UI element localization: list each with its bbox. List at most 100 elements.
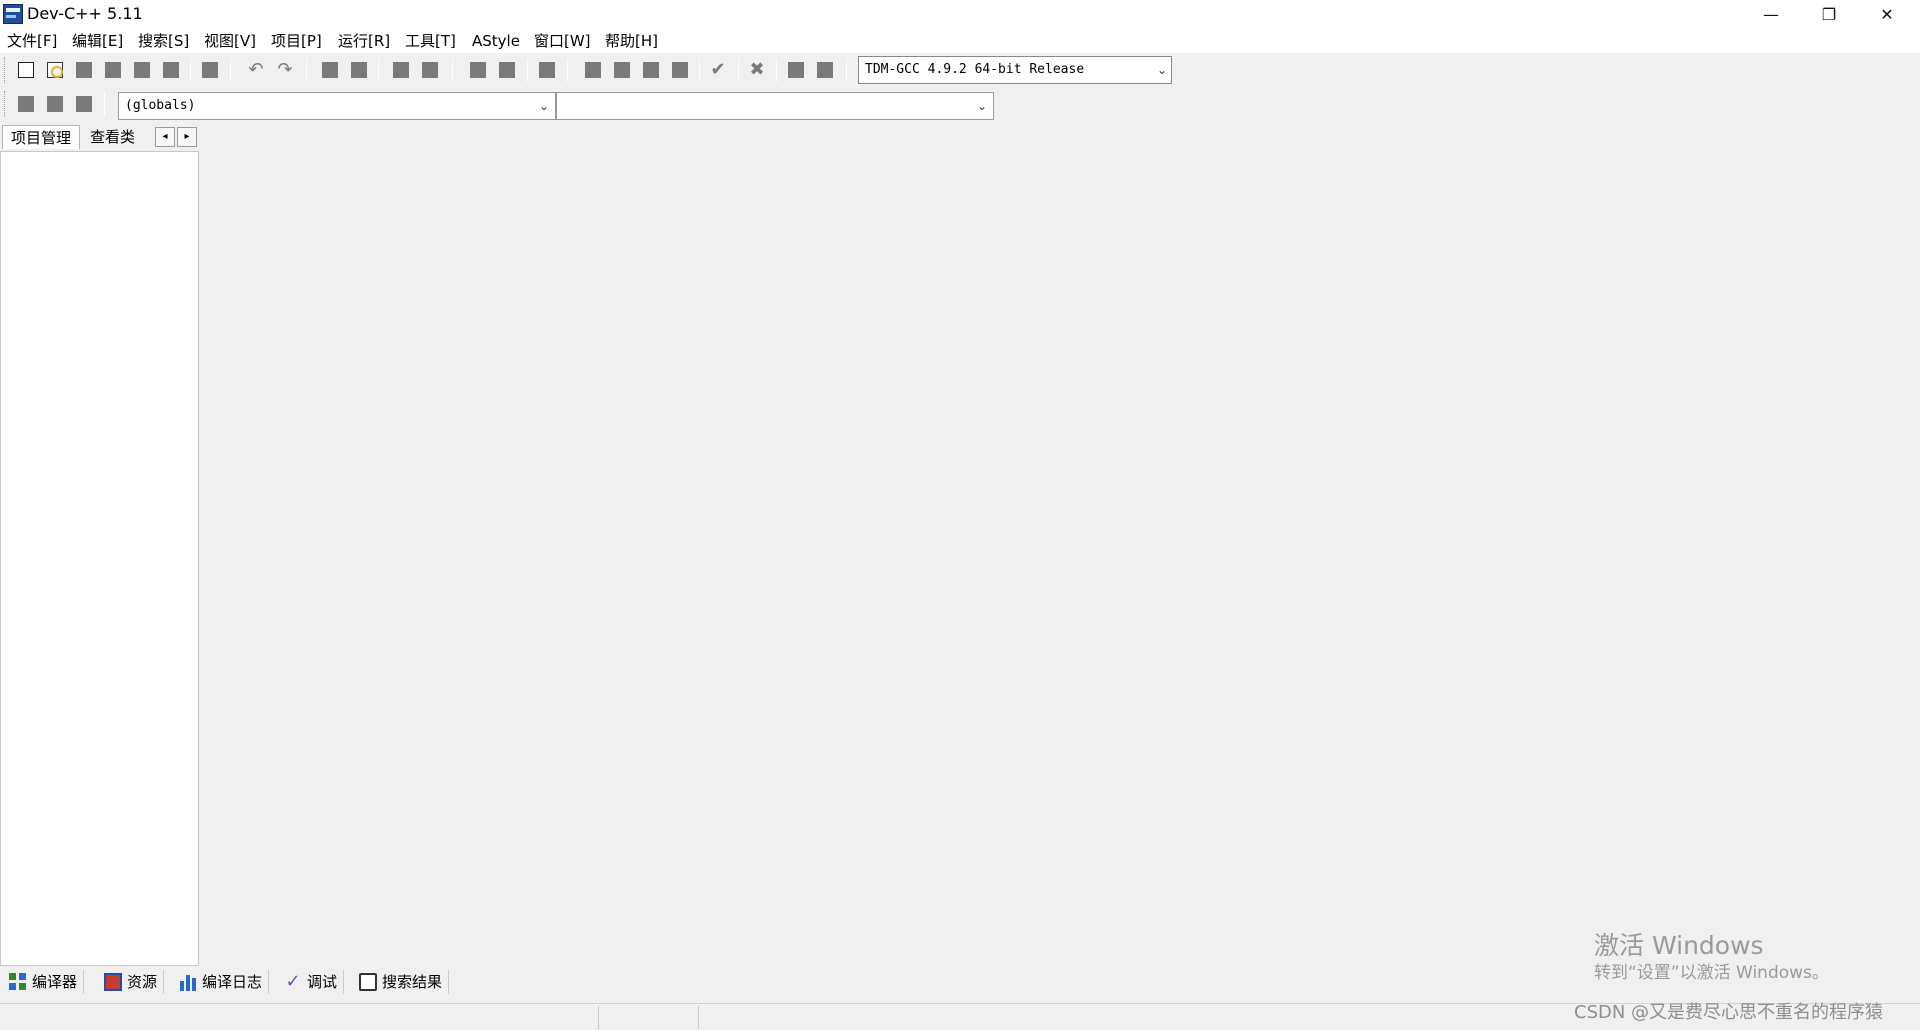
goto-function-button[interactable] (418, 58, 442, 82)
resources-icon (104, 973, 122, 991)
minimize-button[interactable]: — (1742, 0, 1800, 29)
activate-windows-title: 激活 Windows (1594, 931, 1764, 960)
insert-snippet-button[interactable] (535, 58, 559, 82)
print-icon (202, 62, 218, 78)
toolbar-grip[interactable] (4, 91, 7, 117)
remove-from-project-button[interactable] (72, 92, 96, 116)
compile-icon (585, 62, 601, 78)
menu-view[interactable]: 视图[V] (200, 29, 260, 53)
new-file-icon (18, 62, 34, 78)
rebuild-all-button[interactable] (668, 58, 692, 82)
scope-select-value: (globals) (125, 98, 196, 113)
replace-icon (351, 62, 367, 78)
close-all-button[interactable] (159, 58, 183, 82)
tab-label: 编译日志 (202, 973, 263, 991)
chevron-down-icon: ⌄ (538, 99, 549, 113)
toolbar-separator (452, 58, 453, 82)
redo-icon: ↷ (277, 59, 293, 80)
activate-windows-subtitle: 转到“设置”以激活 Windows。 (1594, 963, 1829, 983)
tab-scroll-left-button[interactable]: ◂ (155, 127, 175, 147)
toolbar-separator (846, 58, 847, 82)
csdn-watermark: CSDN @又是费尽心思不重名的程序猿 (1574, 1002, 1884, 1023)
tab-classes[interactable]: 查看类 (82, 125, 143, 149)
tab-compiler[interactable]: 编译器 (2, 970, 85, 994)
undo-button[interactable]: ↶ (244, 58, 268, 82)
save-button[interactable] (72, 58, 96, 82)
toolbar-separator (738, 58, 739, 82)
menu-help[interactable]: 帮助[H] (601, 29, 662, 53)
devcpp-app-icon (3, 4, 23, 24)
find-icon (322, 62, 338, 78)
snippet-icon (539, 62, 555, 78)
title-bar: Dev-C++ 5.11 — ❐ ✕ (0, 0, 1920, 29)
goto-function-icon (422, 62, 438, 78)
menu-window[interactable]: 窗口[W] (530, 29, 595, 53)
menu-project[interactable]: 项目[P] (267, 29, 326, 53)
compiler-icon (9, 973, 27, 991)
tab-project[interactable]: 项目管理 (2, 125, 81, 149)
tab-resources[interactable]: 资源 (97, 970, 165, 994)
toolbar-separator (699, 58, 700, 82)
toolbar-separator (306, 58, 307, 82)
chevron-down-icon: ⌄ (976, 99, 987, 113)
toolbar-separator (776, 58, 777, 82)
compile-button[interactable] (581, 58, 605, 82)
indent-button[interactable] (466, 58, 490, 82)
editor-area[interactable] (200, 123, 1920, 966)
undo-icon: ↶ (248, 59, 264, 80)
toolbar-separator (230, 58, 231, 82)
menu-astyle[interactable]: AStyle (468, 29, 524, 53)
run-icon (614, 62, 630, 78)
delete-profile-icon (817, 62, 833, 78)
replace-button[interactable] (347, 58, 371, 82)
profile-button[interactable] (784, 58, 808, 82)
rebuild-all-icon (672, 62, 688, 78)
new-project-button[interactable] (14, 92, 38, 116)
print-button[interactable] (198, 58, 222, 82)
menu-search[interactable]: 搜索[S] (134, 29, 193, 53)
compile-run-button[interactable] (639, 58, 663, 82)
close-file-icon (134, 62, 150, 78)
tab-search-results[interactable]: 搜索结果 (352, 970, 450, 994)
goto-line-button[interactable] (389, 58, 413, 82)
open-file-icon (47, 62, 63, 78)
redo-button[interactable]: ↷ (273, 58, 297, 82)
menu-edit[interactable]: 编辑[E] (68, 29, 127, 53)
left-panel-tabs: 项目管理 查看类 ◂ ▸ (0, 123, 200, 151)
compiler-select[interactable]: TDM-GCC 4.9.2 64-bit Release ⌄ (858, 56, 1172, 84)
close-file-button[interactable] (130, 58, 154, 82)
menu-run[interactable]: 运行[R] (334, 29, 394, 53)
stop-execution-button[interactable]: ✖ (745, 58, 769, 82)
new-file-button[interactable] (14, 58, 38, 82)
save-all-button[interactable] (101, 58, 125, 82)
menu-file[interactable]: 文件[F] (3, 29, 61, 53)
tab-debug[interactable]: ✓ 调试 (277, 970, 345, 994)
members-select[interactable]: ⌄ (556, 92, 994, 120)
unindent-icon (499, 62, 515, 78)
run-button[interactable] (610, 58, 634, 82)
status-divider (698, 1006, 699, 1029)
dev-cpp-window: Dev-C++ 5.11 — ❐ ✕ 文件[F] 编辑[E] 搜索[S] 视图[… (0, 0, 1920, 1030)
syntax-check-button[interactable]: ✔ (706, 58, 730, 82)
close-button[interactable]: ✕ (1858, 0, 1916, 29)
menu-tools[interactable]: 工具[T] (401, 29, 460, 53)
add-to-project-button[interactable] (43, 92, 67, 116)
unindent-button[interactable] (495, 58, 519, 82)
delete-profile-button[interactable] (813, 58, 837, 82)
menu-bar: 文件[F] 编辑[E] 搜索[S] 视图[V] 项目[P] 运行[R] 工具[T… (0, 29, 1920, 53)
toolbar-grip[interactable] (4, 57, 7, 83)
project-tree-panel[interactable] (0, 151, 199, 966)
tab-compile-log[interactable]: 编译日志 (172, 970, 270, 994)
find-button[interactable] (318, 58, 342, 82)
tab-scroll-right-button[interactable]: ▸ (177, 127, 197, 147)
toolbar-separator (190, 58, 191, 82)
open-file-button[interactable] (43, 58, 67, 82)
remove-from-project-icon (76, 96, 92, 112)
tab-label: 资源 (127, 973, 158, 991)
compiler-select-value: TDM-GCC 4.9.2 64-bit Release (865, 62, 1085, 77)
restore-button[interactable]: ❐ (1800, 0, 1858, 29)
scope-select[interactable]: (globals) ⌄ (118, 92, 556, 120)
compile-run-icon (643, 62, 659, 78)
find-results-icon (359, 973, 377, 991)
toolbar-separator (567, 58, 568, 82)
